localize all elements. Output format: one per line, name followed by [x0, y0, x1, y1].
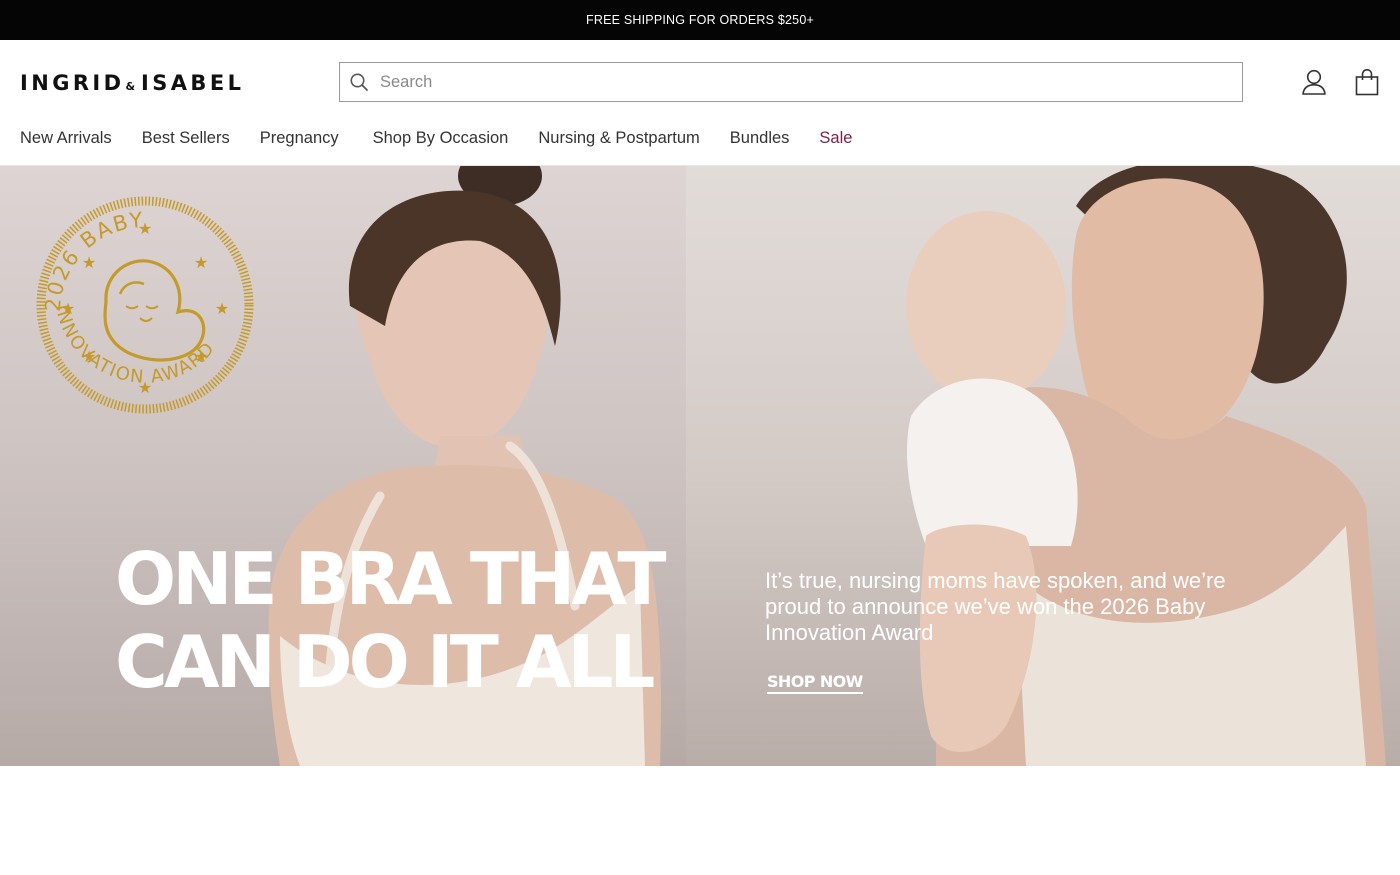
nav-new-arrivals[interactable]: New Arrivals — [20, 129, 112, 148]
brand-name-right: ISABEL — [141, 71, 245, 95]
nav-pregnancy[interactable]: Pregnancy — [260, 129, 339, 148]
svg-text:★: ★ — [194, 253, 208, 272]
svg-text:★: ★ — [138, 219, 152, 238]
search-bar — [339, 62, 1243, 102]
nav-best-sellers[interactable]: Best Sellers — [142, 129, 230, 148]
search-input[interactable] — [380, 64, 1242, 100]
nav-nursing-postpartum[interactable]: Nursing & Postpartum — [538, 129, 699, 148]
site-header: INGRID&ISABEL New Arrivals Best Sellers … — [0, 40, 1400, 166]
svg-text:INNOVATION AWARD: INNOVATION AWARD — [51, 303, 219, 388]
svg-text:★: ★ — [82, 347, 96, 366]
hero-headline: ONE BRA THAT CAN DO IT ALL — [115, 537, 666, 704]
brand-ampersand: & — [125, 79, 136, 93]
brand-name-left: INGRID — [20, 71, 125, 95]
hero-headline-line-1: ONE BRA THAT — [115, 537, 666, 621]
hero-banner[interactable]: 2026 BABY INNOVATION AWARD ★ ★ ★ ★ ★ ★ ★ ★ ON… — [0, 166, 1400, 766]
shopping-bag-icon[interactable] — [1354, 68, 1380, 96]
main-nav: New Arrivals Best Sellers Pregnancy Shop… — [20, 126, 882, 150]
user-icon[interactable] — [1301, 68, 1327, 96]
nav-shop-by-occasion[interactable]: Shop By Occasion — [373, 129, 509, 148]
hero-description: It’s true, nursing moms have spoken, and… — [765, 568, 1226, 645]
announcement-text: FREE SHIPPING FOR ORDERS $250+ — [586, 13, 814, 27]
svg-text:★: ★ — [138, 378, 152, 397]
announcement-bar: FREE SHIPPING FOR ORDERS $250+ — [0, 0, 1400, 40]
svg-text:★: ★ — [82, 253, 96, 272]
award-badge: 2026 BABY INNOVATION AWARD ★★ ★ ★ ★★ ★★ — [36, 196, 254, 414]
nav-bundles[interactable]: Bundles — [730, 129, 790, 148]
shop-now-link[interactable]: SHOP NOW — [767, 672, 863, 694]
search-icon[interactable] — [349, 72, 369, 92]
svg-text:★: ★ — [61, 299, 75, 318]
svg-text:★: ★ — [215, 299, 229, 318]
hero-headline-line-2: CAN DO IT ALL — [115, 620, 655, 704]
nav-sale[interactable]: Sale — [819, 129, 852, 148]
brand-logo[interactable]: INGRID & ISABEL — [20, 68, 244, 98]
